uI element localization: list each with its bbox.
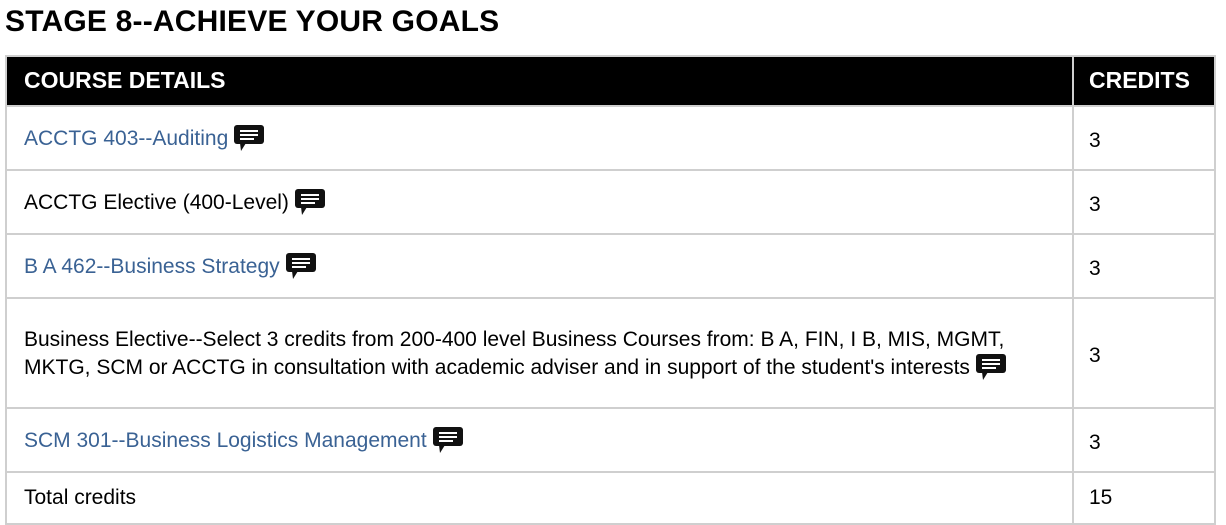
course-link-acctg-403[interactable]: ACCTG 403--Auditing <box>24 127 228 150</box>
course-link-scm-301[interactable]: SCM 301--Business Logistics Management <box>24 429 427 452</box>
course-text-acctg-elective: ACCTG Elective (400-Level) <box>24 191 289 214</box>
comment-icon[interactable] <box>431 425 465 455</box>
comment-icon[interactable] <box>293 187 327 217</box>
credits-cell: 3 <box>1072 297 1216 409</box>
total-row: Total credits 15 <box>5 471 1216 525</box>
table-row: Business Elective--Select 3 credits from… <box>5 297 1216 409</box>
table-row: B A 462--Business Strategy 3 <box>5 233 1216 299</box>
credits-cell: 3 <box>1072 407 1216 473</box>
course-cell: ACCTG 403--Auditing <box>5 105 1074 171</box>
table-header-row: COURSE DETAILS CREDITS <box>5 55 1216 107</box>
total-label: Total credits <box>5 471 1074 525</box>
table-row: ACCTG 403--Auditing 3 <box>5 105 1216 171</box>
course-cell: SCM 301--Business Logistics Management <box>5 407 1074 473</box>
course-link-ba-462[interactable]: B A 462--Business Strategy <box>24 255 280 278</box>
credits-cell: 3 <box>1072 233 1216 299</box>
course-cell: Business Elective--Select 3 credits from… <box>5 297 1074 409</box>
table-row: ACCTG Elective (400-Level) 3 <box>5 169 1216 235</box>
course-table: COURSE DETAILS CREDITS ACCTG 403--Auditi… <box>5 55 1216 525</box>
comment-icon[interactable] <box>284 251 318 281</box>
comment-icon[interactable] <box>974 352 1008 382</box>
page-title: STAGE 8--ACHIEVE YOUR GOALS <box>5 5 500 38</box>
credits-cell: 3 <box>1072 169 1216 235</box>
course-cell: ACCTG Elective (400-Level) <box>5 169 1074 235</box>
column-header-credits: CREDITS <box>1072 55 1216 107</box>
comment-icon[interactable] <box>232 123 266 153</box>
course-cell: B A 462--Business Strategy <box>5 233 1074 299</box>
total-credits: 15 <box>1072 471 1216 525</box>
credits-cell: 3 <box>1072 105 1216 171</box>
column-header-course-details: COURSE DETAILS <box>5 55 1074 107</box>
table-row: SCM 301--Business Logistics Management 3 <box>5 407 1216 473</box>
course-text-business-elective: Business Elective--Select 3 credits from… <box>24 328 1005 379</box>
